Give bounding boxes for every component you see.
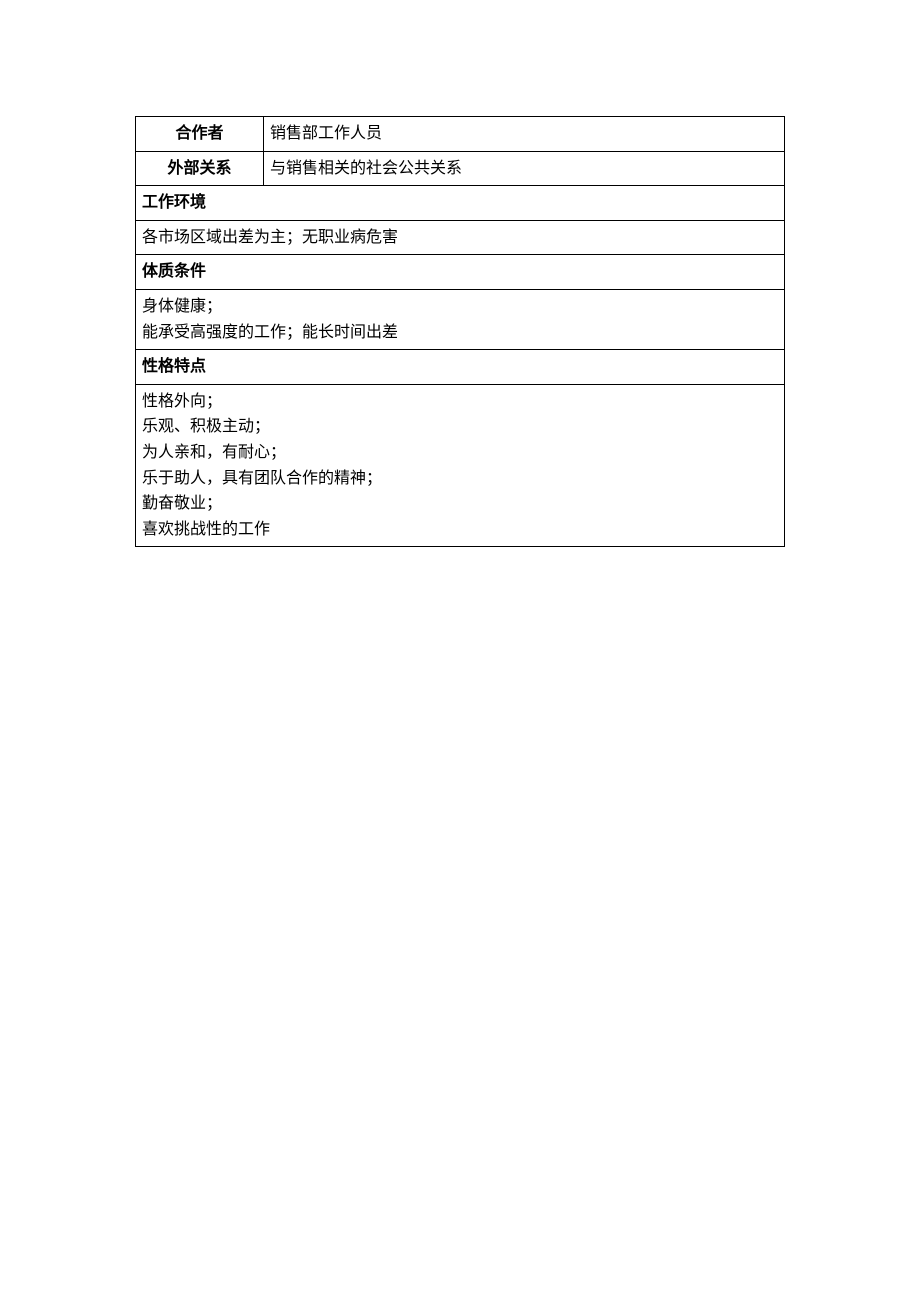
- header-personality: 性格特点: [136, 350, 785, 385]
- personality-line-1: 乐观、积极主动；: [142, 414, 778, 440]
- row-physical-body: 身体健康； 能承受高强度的工作；能长时间出差: [136, 289, 785, 349]
- label-external-relations: 外部关系: [136, 151, 264, 186]
- physical-line-0: 身体健康；: [142, 294, 778, 320]
- row-workenv-body: 各市场区域出差为主；无职业病危害: [136, 220, 785, 255]
- workenv-line-0: 各市场区域出差为主；无职业病危害: [142, 225, 778, 251]
- job-description-table: 合作者 销售部工作人员 外部关系 与销售相关的社会公共关系 工作环境 各市场区域…: [135, 116, 785, 547]
- personality-line-4: 勤奋敬业；: [142, 491, 778, 517]
- header-physical-condition: 体质条件: [136, 255, 785, 290]
- body-personality: 性格外向； 乐观、积极主动； 为人亲和，有耐心； 乐于助人，具有团队合作的精神；…: [136, 384, 785, 547]
- row-workenv-header: 工作环境: [136, 186, 785, 221]
- body-work-environment: 各市场区域出差为主；无职业病危害: [136, 220, 785, 255]
- label-cooperator: 合作者: [136, 117, 264, 152]
- personality-line-3: 乐于助人，具有团队合作的精神；: [142, 466, 778, 492]
- row-personality-body: 性格外向； 乐观、积极主动； 为人亲和，有耐心； 乐于助人，具有团队合作的精神；…: [136, 384, 785, 547]
- row-personality-header: 性格特点: [136, 350, 785, 385]
- document-page: 合作者 销售部工作人员 外部关系 与销售相关的社会公共关系 工作环境 各市场区域…: [135, 116, 785, 547]
- row-cooperator: 合作者 销售部工作人员: [136, 117, 785, 152]
- value-external-relations: 与销售相关的社会公共关系: [264, 151, 785, 186]
- row-external-relations: 外部关系 与销售相关的社会公共关系: [136, 151, 785, 186]
- header-work-environment: 工作环境: [136, 186, 785, 221]
- personality-line-5: 喜欢挑战性的工作: [142, 517, 778, 543]
- value-cooperator: 销售部工作人员: [264, 117, 785, 152]
- personality-line-2: 为人亲和，有耐心；: [142, 440, 778, 466]
- body-physical-condition: 身体健康； 能承受高强度的工作；能长时间出差: [136, 289, 785, 349]
- personality-line-0: 性格外向；: [142, 389, 778, 415]
- row-physical-header: 体质条件: [136, 255, 785, 290]
- physical-line-1: 能承受高强度的工作；能长时间出差: [142, 320, 778, 346]
